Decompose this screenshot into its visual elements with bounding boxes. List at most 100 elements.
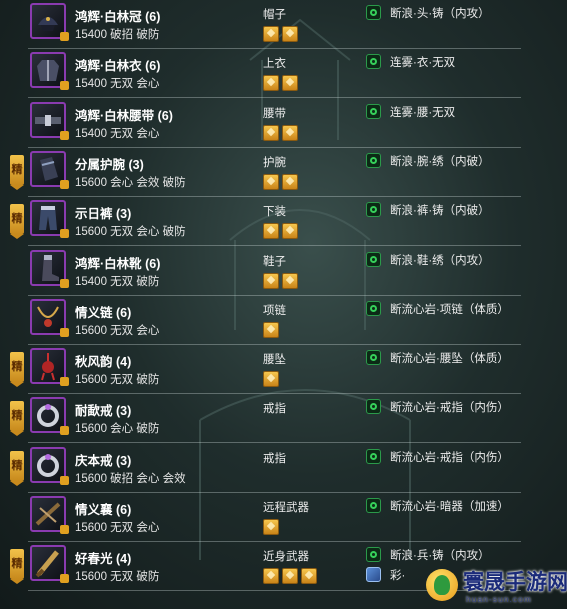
enchant-entry[interactable]: 断浪·裤·铸（内破） <box>366 201 566 219</box>
enchant-icon <box>366 202 381 218</box>
gem-icon <box>263 272 279 289</box>
item-slot: 腰坠 <box>263 354 286 367</box>
enchant-entry[interactable]: 连雾·衣·无双 <box>366 53 566 71</box>
enchant-list: 断流心岩·暗器（加速） <box>366 497 566 517</box>
enchant-text: 断浪·兵·铸（内攻） <box>390 550 490 563</box>
equipment-row[interactable]: 精 庆本戒 (3) 15600 破招 会心 会效 戒指 断流心岩·戒指（内伤） <box>10 444 521 493</box>
enchant-entry[interactable]: 断浪·兵·铸（内攻） <box>366 546 566 564</box>
gem-icon <box>301 568 317 585</box>
gem-icon <box>282 124 298 141</box>
item-slot: 护腕 <box>263 156 286 169</box>
gem-icon <box>263 223 279 240</box>
item-slot: 上衣 <box>263 58 286 71</box>
item-slot: 帽子 <box>263 9 286 21</box>
equipment-row[interactable]: 鸿辉·白林腰带 (6) 15400 无双 会心 腰带 连雾·腰·无双 <box>28 99 521 148</box>
quality-corner-icon <box>60 229 69 239</box>
item-name: 鸿辉·白林靴 (6) <box>75 256 161 271</box>
equipment-row[interactable]: 精 分属护腕 (3) 15600 会心 会效 破防 护腕 断浪·腕·绣（内破） <box>10 148 521 197</box>
enchant-list: 断流心岩·戒指（内伤） <box>366 448 566 468</box>
enchant-entry[interactable]: 连雾·腰·无双 <box>366 103 566 121</box>
enchant-text: 断流心岩·项链（体质） <box>390 303 509 316</box>
equipment-row[interactable]: 精 秋风韵 (4) 15600 无双 破防 腰坠 断流心岩·腰坠（体质） <box>10 345 521 395</box>
item-name: 鸿辉·白林冠 (6) <box>75 10 161 24</box>
item-attributes: 15600 会心 破防 <box>75 423 160 436</box>
item-slot: 鞋子 <box>263 255 286 268</box>
item-name: 鸿辉·白林衣 (6) <box>75 59 161 74</box>
enchant-list: 断流心岩·项链（体质） <box>366 300 566 320</box>
equipment-row[interactable]: 情义襄 (6) 15600 无双 会心 远程武器 断流心岩·暗器（加速） <box>28 493 521 542</box>
enchant-text: 断流心岩·戒指（内伤） <box>390 451 509 464</box>
colored-gem-icon <box>366 567 381 583</box>
refine-badge: 精 <box>10 401 24 437</box>
equipment-row[interactable]: 鸿辉·白林靴 (6) 15400 无双 破防 鞋子 断浪·鞋·绣（内攻） <box>28 247 521 296</box>
equipment-row[interactable]: 精 耐歃戒 (3) 15600 会心 破防 戒指 断流心岩·戒指（内伤） <box>10 394 521 444</box>
enchant-list: 断流心岩·腰坠（体质） <box>366 349 566 369</box>
item-name: 分属护腕 (3) <box>75 157 144 172</box>
enchant-list: 断浪·腕·绣（内破） <box>366 152 566 172</box>
enchant-list: 断浪·裤·铸（内破） <box>366 201 566 221</box>
enchant-list: 连雾·衣·无双 <box>366 53 566 73</box>
gem-sockets <box>263 26 301 42</box>
quality-corner-icon <box>60 574 69 584</box>
gem-icon <box>282 568 298 585</box>
gem-icon <box>263 568 279 585</box>
quality-corner-icon <box>60 32 69 41</box>
enchant-text: 连雾·衣·无双 <box>390 57 456 70</box>
enchant-icon <box>366 547 381 563</box>
enchant-icon <box>366 498 381 513</box>
item-slot: 腰带 <box>263 107 286 120</box>
enchant-text: 连雾·腰·无双 <box>390 106 456 119</box>
gem-icon <box>263 371 279 388</box>
quality-corner-icon <box>60 278 69 288</box>
enchant-entry[interactable]: 断流心岩·戒指（内伤） <box>366 398 566 416</box>
equipment-row[interactable]: 鸿辉·白林衣 (6) 15400 无双 会心 上衣 连雾·衣·无双 <box>28 49 521 99</box>
gem-sockets <box>263 519 282 535</box>
item-slot: 远程武器 <box>263 502 309 514</box>
enchant-entry[interactable]: 断浪·腕·绣（内破） <box>366 152 566 170</box>
gem-sockets <box>263 75 301 92</box>
enchant-entry[interactable]: 断流心岩·项链（体质） <box>366 300 566 318</box>
enchant-entry[interactable]: 断浪·头·铸（内攻） <box>366 4 566 22</box>
enchant-list: 断流心岩·戒指（内伤） <box>366 398 566 418</box>
gem-sockets <box>263 173 301 190</box>
enchant-icon <box>366 152 381 168</box>
watermark-title: 寰晟手游网 <box>463 569 567 594</box>
item-attributes: 15400 无双 会心 <box>75 78 160 91</box>
enchant-text: 断浪·裤·铸（内破） <box>390 205 490 218</box>
enchant-text: 断浪·头·铸（内攻） <box>390 8 490 20</box>
item-name: 耐歃戒 (3) <box>75 404 132 419</box>
gem-icon <box>263 173 279 190</box>
gem-sockets <box>263 568 320 585</box>
gem-icon <box>282 75 298 92</box>
enchant-entry[interactable]: 断浪·鞋·绣（内攻） <box>366 251 566 269</box>
item-name: 示日裤 (3) <box>75 207 132 222</box>
enchant-icon <box>366 448 381 464</box>
gem-icon <box>282 26 298 42</box>
gem-icon <box>263 519 279 535</box>
watermark-url: huan-sun.com <box>466 594 532 604</box>
item-attributes: 15600 无双 破防 <box>75 571 160 584</box>
enchant-text: 彩· <box>390 570 406 583</box>
equipment-row[interactable]: 鸿辉·白林冠 (6) 15400 破招 破防 帽子 断浪·头·铸（内攻） <box>28 0 521 49</box>
item-attributes: 15400 无双 破防 <box>75 275 160 288</box>
equipment-row[interactable]: 情义链 (6) 15600 无双 会心 项链 断流心岩·项链（体质） <box>28 296 521 345</box>
enchant-icon <box>366 300 381 316</box>
gem-sockets <box>263 124 301 141</box>
gem-sockets <box>263 371 282 388</box>
item-attributes: 15600 无双 会心 <box>75 324 160 337</box>
item-name: 鸿辉·白林腰带 (6) <box>75 108 173 123</box>
item-name: 情义链 (6) <box>75 305 132 320</box>
enchant-icon <box>366 251 381 267</box>
enchant-entry[interactable]: 断流心岩·腰坠（体质） <box>366 349 566 367</box>
equipment-row[interactable]: 精 示日裤 (3) 15600 无双 会心 破防 下装 断浪·裤·铸（内破） <box>10 197 521 247</box>
quality-corner-icon <box>60 525 69 534</box>
enchant-entry[interactable]: 断流心岩·暗器（加速） <box>366 497 566 515</box>
gem-icon <box>282 272 298 289</box>
mascot-logo-icon <box>426 569 458 601</box>
gem-sockets <box>263 272 301 289</box>
refine-badge: 精 <box>10 204 24 240</box>
refine-badge: 精 <box>10 450 24 486</box>
enchant-list: 断浪·头·铸（内攻） <box>366 4 566 24</box>
enchant-entry[interactable]: 断流心岩·戒指（内伤） <box>366 448 566 466</box>
enchant-icon <box>366 5 381 20</box>
